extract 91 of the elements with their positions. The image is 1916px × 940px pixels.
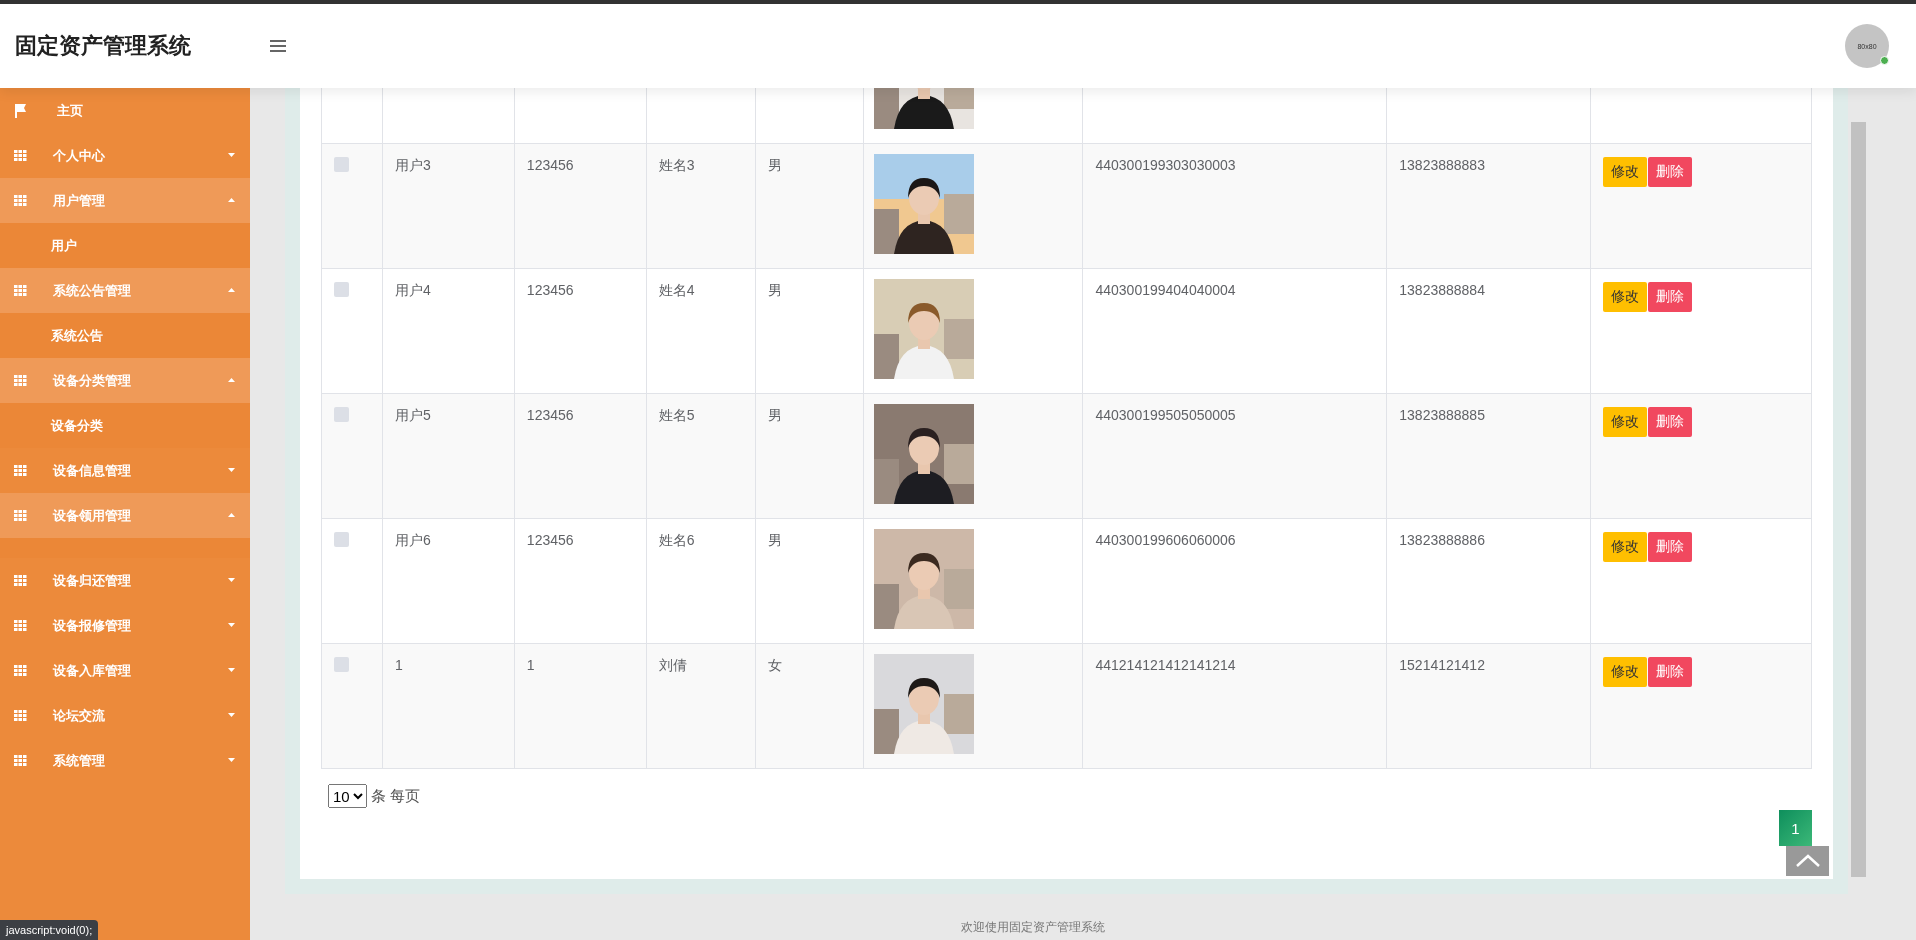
caret-down-icon	[228, 153, 235, 157]
checkbox[interactable]	[334, 282, 349, 297]
sidebar-item[interactable]: 用户管理	[0, 178, 250, 223]
table-cell: 刘倩	[658, 657, 687, 673]
status-tooltip: javascript:void(0);	[0, 920, 99, 940]
table-cell: 13823888884	[1399, 282, 1485, 298]
grid-icon	[14, 510, 27, 521]
table-cell: 440300199505050005	[1095, 407, 1236, 423]
table-cell: 男	[767, 532, 782, 548]
table-cell: 441214121412141214	[1095, 657, 1236, 673]
table-cell: 女	[767, 657, 782, 673]
delete-button[interactable]: 删除	[1648, 282, 1693, 312]
table-cell: 13823888885	[1399, 407, 1485, 423]
grid-icon	[14, 665, 27, 676]
back-to-top-button[interactable]	[1786, 846, 1829, 876]
caret-down-icon	[228, 623, 235, 627]
caret-up-icon	[228, 288, 235, 292]
delete-button[interactable]: 删除	[1648, 157, 1693, 187]
checkbox[interactable]	[334, 532, 349, 547]
sidebar-item[interactable]: 论坛交流	[0, 693, 250, 738]
caret-down-icon	[228, 668, 235, 672]
table-cell: 123456	[526, 532, 574, 548]
grid-icon	[14, 285, 27, 296]
table-cell: 1	[526, 657, 535, 673]
caret-up-icon	[228, 378, 235, 382]
edit-button[interactable]: 修改	[1603, 657, 1648, 687]
menu-icon[interactable]	[270, 40, 286, 52]
caret-up-icon	[228, 198, 235, 202]
grid-icon	[14, 620, 27, 631]
table-cell: 用户6	[394, 532, 431, 548]
table-cell: 13823888886	[1399, 532, 1485, 548]
delete-button[interactable]: 删除	[1648, 657, 1693, 687]
sidebar-item[interactable]: 主页	[0, 88, 250, 133]
edit-button[interactable]: 修改	[1603, 157, 1648, 187]
edit-button[interactable]: 修改	[1603, 282, 1648, 312]
table-cell: 440300199303030003	[1095, 157, 1236, 173]
sidebar-subitem[interactable]: 设备分类	[0, 403, 250, 448]
caret-down-icon	[228, 468, 235, 472]
caret-down-icon	[228, 713, 235, 717]
grid-icon	[14, 195, 27, 206]
sidebar-item[interactable]: 设备领用管理	[0, 493, 250, 538]
delete-button[interactable]: 删除	[1648, 532, 1693, 562]
grid-icon	[14, 465, 27, 476]
sidebar-item[interactable]: 设备信息管理	[0, 448, 250, 493]
table-cell: 姓名3	[658, 157, 695, 173]
page-button[interactable]: 1	[1779, 810, 1812, 846]
page-size-select[interactable]: 10	[328, 784, 367, 808]
page-size-label: 条 每页	[371, 786, 421, 806]
table-cell: 男	[767, 407, 782, 423]
table-cell: 123456	[526, 157, 574, 173]
edit-button[interactable]: 修改	[1603, 532, 1648, 562]
grid-icon	[14, 710, 27, 721]
footer-text: 欢迎使用固定资产管理系统	[960, 919, 1106, 936]
grid-icon	[14, 755, 27, 766]
sidebar-item[interactable]: 设备归还管理	[0, 558, 250, 603]
table-cell: 123456	[526, 407, 574, 423]
sidebar-subitem[interactable]: 用户	[0, 223, 250, 268]
grid-icon	[14, 150, 27, 161]
table-cell: 用户5	[394, 407, 431, 423]
app-title: 固定资产管理系统	[15, 32, 192, 60]
sidebar-item[interactable]: 设备入库管理	[0, 648, 250, 693]
sidebar-item[interactable]: 个人中心	[0, 133, 250, 178]
sidebar-subitem[interactable]: 系统公告	[0, 313, 250, 358]
sidebar-item[interactable]: 设备分类管理	[0, 358, 250, 403]
table-cell: 男	[767, 157, 782, 173]
table-cell: 123456	[526, 282, 574, 298]
table-cell: 13823888883	[1399, 157, 1485, 173]
checkbox[interactable]	[334, 407, 349, 422]
sidebar-item[interactable]: 系统管理	[0, 738, 250, 783]
grid-icon	[14, 375, 27, 386]
table-cell: 姓名5	[658, 407, 695, 423]
caret-down-icon	[228, 758, 235, 762]
table-cell: 男	[767, 282, 782, 298]
checkbox[interactable]	[334, 157, 349, 172]
delete-button[interactable]: 删除	[1648, 407, 1693, 437]
table-cell: 440300199404040004	[1095, 282, 1236, 298]
sidebar-item[interactable]: 系统公告管理	[0, 268, 250, 313]
checkbox[interactable]	[334, 657, 349, 672]
table-cell: 姓名4	[658, 282, 695, 298]
caret-down-icon	[228, 578, 235, 582]
flag-icon	[14, 103, 27, 118]
table-cell: 用户4	[394, 282, 431, 298]
table-cell: 440300199606060006	[1095, 532, 1236, 548]
table-cell: 1	[394, 657, 403, 673]
caret-up-icon	[228, 513, 235, 517]
grid-icon	[14, 575, 27, 586]
sidebar-item[interactable]: 设备报修管理	[0, 603, 250, 648]
edit-button[interactable]: 修改	[1603, 407, 1648, 437]
table-cell: 姓名6	[658, 532, 695, 548]
table-cell: 15214121412	[1399, 657, 1485, 673]
table-cell: 用户3	[394, 157, 431, 173]
